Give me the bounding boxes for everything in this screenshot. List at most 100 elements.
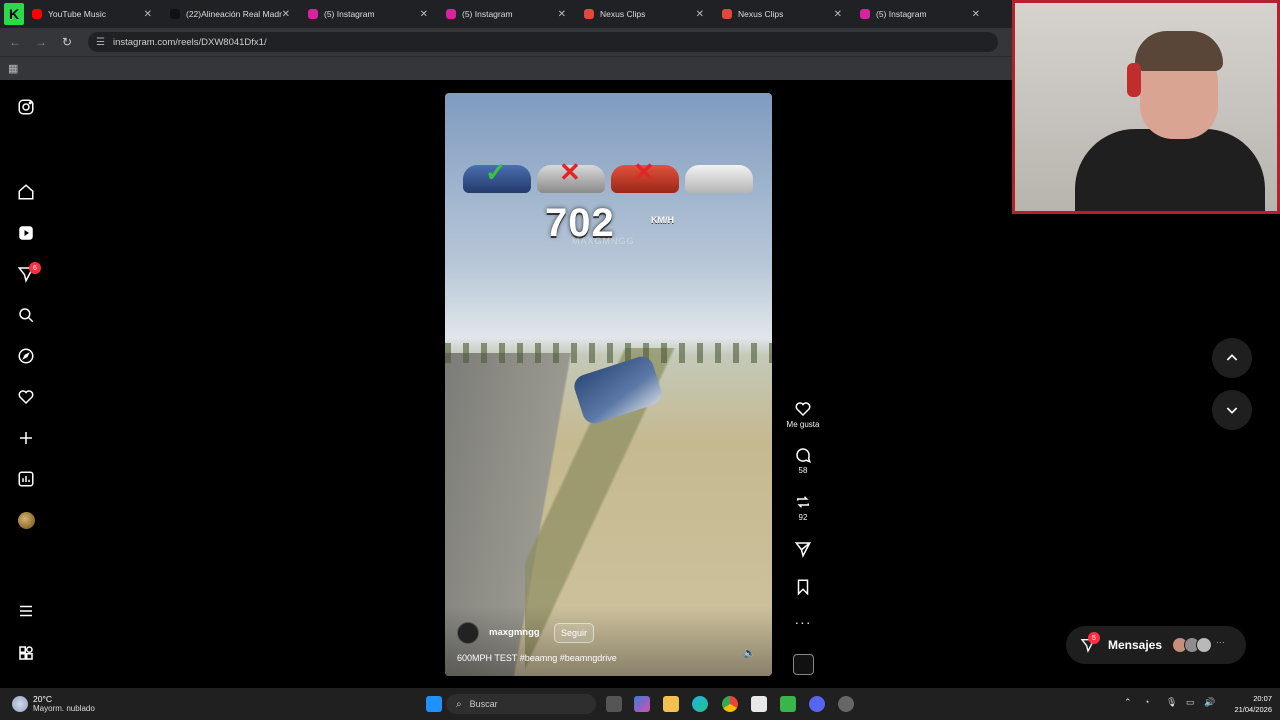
- chevron-down-icon: [1226, 407, 1238, 414]
- silver-car-crossed: ✕: [537, 159, 605, 193]
- store-icon[interactable]: [751, 696, 767, 712]
- repost-icon: [797, 496, 809, 508]
- sidebar: 6: [0, 80, 54, 688]
- more-apps-icon[interactable]: [16, 643, 36, 663]
- tab-favicon-icon: [584, 9, 594, 19]
- weather-text: Mayorm. nublado: [33, 704, 95, 713]
- close-tab-icon[interactable]: ✕: [696, 9, 704, 20]
- home-icon[interactable]: [16, 182, 36, 202]
- next-reel-button[interactable]: [1212, 390, 1252, 430]
- forward-icon[interactable]: →: [30, 35, 52, 49]
- browser-tab[interactable]: Nexus Clips ✕: [576, 1, 714, 27]
- browser-tab[interactable]: Nexus Clips ✕: [714, 1, 852, 27]
- bookmarks-bar: ▦: [0, 56, 1012, 80]
- volume-icon[interactable]: 🔊: [1204, 697, 1215, 708]
- cloudy-weather-icon: [12, 695, 28, 712]
- comment-button[interactable]: 58: [780, 446, 826, 475]
- reel-video[interactable]: ✓ ✕ ✕ 702 KM/H MAXGMNGG maxgmngg Seguir …: [445, 93, 772, 676]
- previous-reel-button[interactable]: [1212, 338, 1252, 378]
- tab-favicon-icon: [860, 9, 870, 19]
- display-icon[interactable]: ▭: [1186, 697, 1195, 708]
- comment-count: 58: [798, 466, 808, 475]
- apps-grid-icon[interactable]: ▦: [8, 62, 18, 75]
- windows-start-icon[interactable]: [426, 696, 442, 712]
- browser-tab[interactable]: YouTube Music ✕: [24, 1, 162, 27]
- sound-icon[interactable]: 🔈: [743, 648, 755, 659]
- like-label: Me gusta: [786, 420, 820, 429]
- send-icon: [794, 542, 811, 558]
- browser-tab[interactable]: (22)Alineación Real Madr ✕: [162, 1, 300, 27]
- messages-button[interactable]: 5 Mensajes ···: [1066, 626, 1246, 664]
- system-clock[interactable]: 20:07 21/04/2026: [1234, 693, 1272, 715]
- avatar: [1196, 637, 1213, 653]
- reload-icon[interactable]: ↻: [56, 35, 78, 49]
- tab-favicon-icon: [446, 9, 456, 19]
- clock-time: 20:07: [1253, 694, 1272, 703]
- tab-label: Nexus Clips: [600, 9, 646, 19]
- network-tray-icon[interactable]: ◔: [1144, 697, 1149, 707]
- close-tab-icon[interactable]: ✕: [972, 9, 980, 20]
- heart-icon: [795, 402, 811, 417]
- tab-favicon-icon: [170, 9, 180, 19]
- close-tab-icon[interactable]: ✕: [834, 9, 842, 20]
- chevron-up-icon[interactable]: ⌃: [1124, 697, 1132, 708]
- menu-hamburger-icon[interactable]: [16, 601, 36, 621]
- instagram-logo-icon[interactable]: [16, 97, 36, 117]
- author-username[interactable]: maxgmngg: [489, 627, 540, 638]
- search-icon[interactable]: [16, 305, 36, 325]
- more-options-icon[interactable]: ···: [780, 614, 826, 630]
- messages-badge: 5: [1088, 632, 1100, 644]
- author-avatar[interactable]: [457, 622, 479, 644]
- reel-caption[interactable]: 600MPH TEST #beamng #beamngdrive: [457, 653, 617, 663]
- chevron-up-icon: [1226, 354, 1238, 361]
- browser-tab[interactable]: (5) Instagram ✕: [852, 1, 990, 27]
- cross-icon: ✕: [633, 157, 655, 187]
- clock-date: 21/04/2026: [1234, 705, 1272, 714]
- url-field[interactable]: ☰ instagram.com/reels/DXW8041Dfx1/: [88, 32, 998, 52]
- message-avatars: ···: [1172, 637, 1225, 653]
- tab-label: Nexus Clips: [738, 9, 784, 19]
- back-icon[interactable]: ←: [4, 35, 26, 49]
- share-button[interactable]: [780, 540, 826, 558]
- browser-tab[interactable]: (5) Instagram ✕: [300, 1, 438, 27]
- microphone-icon[interactable]: 🎙: [1166, 697, 1177, 708]
- close-tab-icon[interactable]: ✕: [420, 9, 428, 20]
- site-settings-icon[interactable]: ☰: [96, 37, 105, 48]
- copilot-icon[interactable]: [634, 696, 650, 712]
- bookmark-icon: [797, 579, 809, 596]
- profile-avatar[interactable]: [18, 512, 35, 529]
- edge-icon[interactable]: [692, 696, 708, 712]
- taskbar-search[interactable]: ⌕ Buscar: [446, 694, 596, 714]
- cross-icon: ✕: [559, 157, 581, 187]
- tab-strip: YouTube Music ✕ (22)Alineación Real Madr ✕ (…: [24, 1, 990, 27]
- repost-count: 92: [798, 513, 808, 522]
- close-tab-icon[interactable]: ✕: [282, 9, 290, 20]
- settings-icon[interactable]: [838, 696, 854, 712]
- file-explorer-icon[interactable]: [663, 696, 679, 712]
- weather-widget[interactable]: 20°C Mayorm. nublado: [12, 694, 95, 713]
- like-button[interactable]: Me gusta: [780, 400, 826, 429]
- tab-favicon-icon: [308, 9, 318, 19]
- explore-icon[interactable]: [16, 346, 36, 366]
- discord-icon[interactable]: [809, 696, 825, 712]
- dashboard-icon[interactable]: [16, 469, 36, 489]
- task-view-icon[interactable]: [606, 696, 622, 712]
- follow-button[interactable]: Seguir: [554, 623, 595, 643]
- reels-icon[interactable]: [16, 223, 36, 243]
- tab-label: (5) Instagram: [462, 9, 513, 19]
- notifications-heart-icon[interactable]: [16, 387, 36, 407]
- browser-tab[interactable]: (5) Instagram ✕: [438, 1, 576, 27]
- save-button[interactable]: [780, 578, 826, 596]
- webcam-overlay: [1012, 0, 1280, 214]
- video-footer-gradient: [445, 606, 772, 676]
- repost-button[interactable]: 92: [780, 493, 826, 522]
- audio-thumbnail[interactable]: [793, 654, 814, 675]
- chrome-icon[interactable]: [722, 696, 738, 712]
- create-plus-icon[interactable]: [16, 428, 36, 448]
- k-extension-icon[interactable]: K: [4, 3, 24, 25]
- close-tab-icon[interactable]: ✕: [144, 9, 152, 20]
- tree-line: [445, 343, 772, 363]
- close-tab-icon[interactable]: ✕: [558, 9, 566, 20]
- messages-label: Mensajes: [1108, 638, 1163, 652]
- xbox-icon[interactable]: [780, 696, 796, 712]
